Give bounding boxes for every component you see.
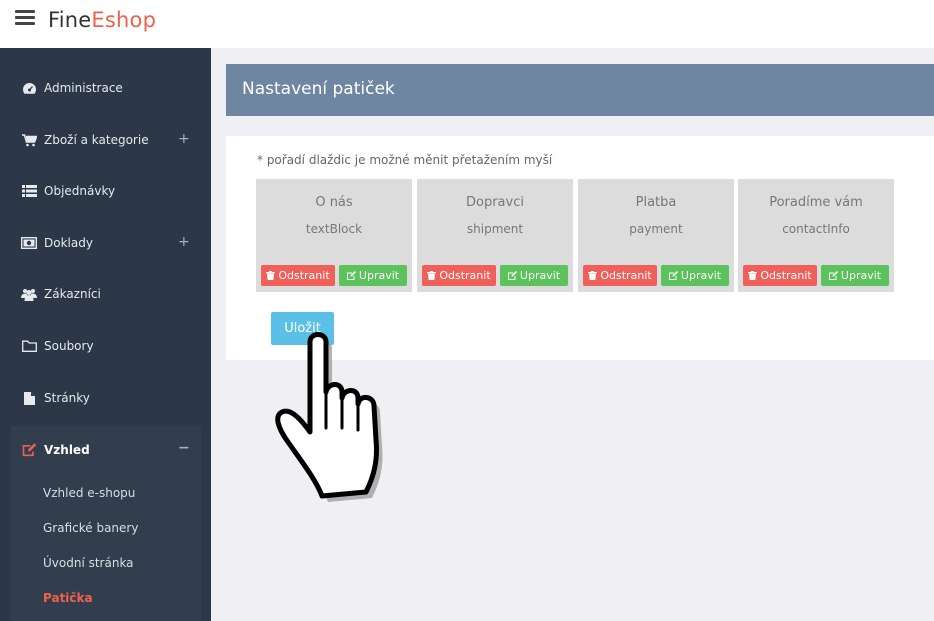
- footer-settings-panel: * pořadí dlaždic je možné měnit přetažen…: [226, 136, 934, 360]
- delete-button[interactable]: Odstranit: [261, 265, 335, 286]
- edit-button[interactable]: Upravit: [821, 265, 889, 286]
- edit-icon: [668, 271, 678, 280]
- menu-icon[interactable]: [15, 10, 35, 28]
- delete-button[interactable]: Odstranit: [422, 265, 496, 286]
- sidebar-item-label: Zákazníci: [44, 287, 101, 301]
- sidebar-item-stranky[interactable]: Stránky: [0, 378, 211, 418]
- sidebar-item-label: Administrace: [44, 81, 123, 95]
- edit-label: Upravit: [519, 269, 561, 282]
- sidebar-item-administrace[interactable]: Administrace: [0, 68, 211, 108]
- sidebar-item-label: Objednávky: [44, 184, 116, 198]
- users-icon: [21, 287, 37, 301]
- edit-button[interactable]: Upravit: [339, 265, 407, 286]
- money-icon: [21, 236, 37, 250]
- edit-icon: [828, 271, 838, 280]
- trash-icon: [266, 271, 276, 280]
- trash-icon: [748, 271, 758, 280]
- dashboard-icon: [21, 81, 37, 95]
- delete-label: Odstranit: [600, 269, 652, 282]
- tile-type: payment: [629, 222, 683, 236]
- delete-label: Odstranit: [760, 269, 812, 282]
- top-bar: FineEshop: [0, 0, 934, 48]
- file-icon: [21, 391, 37, 405]
- expand-plus-icon[interactable]: +: [178, 131, 190, 147]
- sidebar-item-vzhled[interactable]: Vzhled −: [0, 430, 211, 470]
- expand-plus-icon[interactable]: +: [178, 234, 190, 250]
- edit-label: Upravit: [358, 269, 400, 282]
- tile-title: Poradíme vám: [769, 195, 863, 210]
- footer-tile[interactable]: Dopravci shipment Odstranit Upravit: [417, 179, 573, 292]
- tile-type: shipment: [466, 222, 524, 236]
- sidebar-subitem-paticka[interactable]: Patička: [43, 591, 93, 605]
- drag-hint: * pořadí dlaždic je možné měnit přetažen…: [257, 153, 553, 167]
- list-icon: [21, 184, 37, 198]
- sidebar: Administrace Zboží a kategorie + Objedná…: [0, 48, 211, 621]
- tile-title: Platba: [635, 195, 677, 210]
- delete-button[interactable]: Odstranit: [583, 265, 657, 286]
- folder-icon: [21, 339, 37, 353]
- sidebar-item-label: Zboží a kategorie: [44, 133, 149, 147]
- tile-type: contactInfo: [782, 222, 850, 236]
- tile-title: Dopravci: [466, 195, 524, 210]
- delete-label: Odstranit: [278, 269, 330, 282]
- edit-button[interactable]: Upravit: [500, 265, 568, 286]
- trash-icon: [588, 271, 598, 280]
- logo[interactable]: FineEshop: [48, 8, 156, 32]
- sidebar-subitem-vzhled-eshopu[interactable]: Vzhled e-shopu: [43, 486, 135, 500]
- trash-icon: [427, 271, 437, 280]
- sidebar-item-label: Doklady: [44, 236, 93, 250]
- sidebar-item-label: Soubory: [44, 339, 94, 353]
- sidebar-item-soubory[interactable]: Soubory: [0, 326, 211, 366]
- tile-title: O nás: [315, 195, 353, 210]
- sidebar-subitem-graficke-banery[interactable]: Grafické banery: [43, 521, 138, 535]
- sidebar-item-zbozi[interactable]: Zboží a kategorie +: [0, 120, 211, 160]
- page-header: Nastavení patiček: [226, 64, 934, 116]
- sidebar-subitem-uvodni-stranka[interactable]: Úvodní stránka: [43, 556, 134, 570]
- sidebar-item-doklady[interactable]: Doklady +: [0, 223, 211, 263]
- page-title: Nastavení patiček: [242, 79, 395, 99]
- sidebar-item-objednavky[interactable]: Objednávky: [0, 171, 211, 211]
- sidebar-item-label: Vzhled: [44, 443, 90, 457]
- collapse-minus-icon[interactable]: −: [178, 440, 190, 456]
- sidebar-item-label: Stránky: [44, 391, 90, 405]
- edit-icon: [507, 271, 517, 280]
- logo-text-eshop: Eshop: [91, 8, 157, 32]
- edit-label: Upravit: [680, 269, 722, 282]
- edit-button[interactable]: Upravit: [661, 265, 729, 286]
- hand-pointer-icon: [275, 332, 383, 502]
- footer-tile[interactable]: Poradíme vám contactInfo Odstranit Uprav…: [738, 179, 894, 292]
- footer-tile[interactable]: Platba payment Odstranit Upravit: [578, 179, 734, 292]
- delete-button[interactable]: Odstranit: [743, 265, 817, 286]
- edit-icon: [21, 443, 37, 457]
- edit-icon: [346, 271, 356, 280]
- edit-label: Upravit: [840, 269, 882, 282]
- delete-label: Odstranit: [439, 269, 491, 282]
- tile-type: textBlock: [305, 222, 363, 236]
- footer-tile[interactable]: O nás textBlock Odstranit Upravit: [256, 179, 412, 292]
- logo-text-fine: Fine: [48, 8, 92, 32]
- sidebar-item-zakaznici[interactable]: Zákazníci: [0, 274, 211, 314]
- cart-icon: [21, 133, 37, 147]
